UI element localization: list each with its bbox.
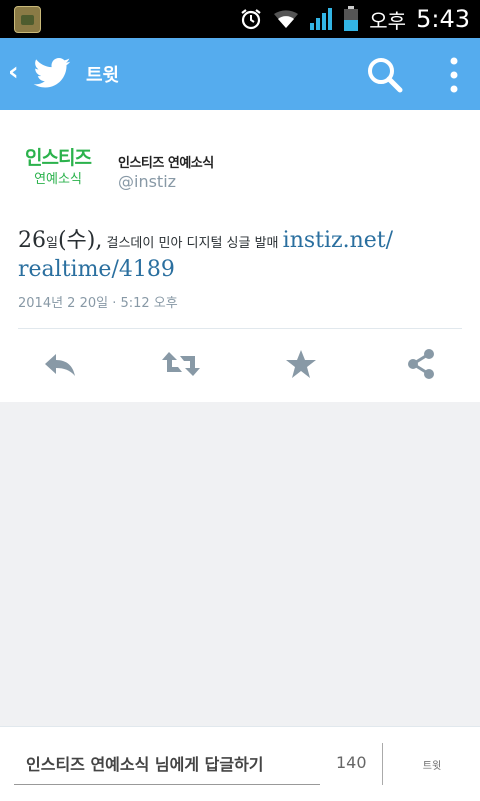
user-name[interactable]: 인스티즈 연예소식 xyxy=(118,152,214,171)
user-handle[interactable]: @instiz xyxy=(118,172,176,191)
status-bar: 오후 5:43 xyxy=(0,0,480,38)
overflow-menu-icon[interactable] xyxy=(444,56,464,94)
battery-icon xyxy=(344,6,359,31)
char-count: 140 xyxy=(336,753,367,772)
tweet-text: 26일(수), 걸스데이 민아 디지털 싱글 발매 instiz.net/ re… xyxy=(18,228,458,283)
search-icon[interactable] xyxy=(366,56,404,94)
time-ampm: 오후 xyxy=(369,8,407,33)
favorite-star-icon[interactable] xyxy=(284,348,320,380)
clock: 5:43 xyxy=(416,5,470,33)
tweet-timestamp: 2014년 2 20일 · 5:12 오후 xyxy=(18,296,178,311)
tweet-text-number: 26 xyxy=(18,228,46,253)
alarm-icon xyxy=(241,9,261,30)
reply-icon[interactable] xyxy=(42,348,78,380)
retweet-icon[interactable] xyxy=(160,348,202,380)
tweet-button[interactable]: 트윗 xyxy=(404,757,460,772)
wifi-icon xyxy=(274,10,299,28)
action-bar: ‹ 트윗 xyxy=(0,38,480,110)
divider xyxy=(18,328,462,329)
tweet-card: 인스티즈 연예소식 인스티즈 연예소식 @instiz 26일(수), 걸스데이… xyxy=(0,110,480,402)
reply-input[interactable]: 인스티즈 연예소식 님에게 답글하기 xyxy=(14,745,320,785)
avatar-logo-bottom: 연예소식 xyxy=(34,172,82,187)
share-icon[interactable] xyxy=(404,348,440,380)
page-title: 트윗 xyxy=(86,65,120,86)
reply-bar: 인스티즈 연예소식 님에게 답글하기 140 트윗 xyxy=(0,726,480,801)
back-chevron-icon[interactable]: ‹ xyxy=(8,58,22,86)
status-icons: 오후 5:43 xyxy=(239,0,470,38)
tweet-text-day: 일 xyxy=(46,236,58,251)
divider xyxy=(382,743,383,785)
signal-icon xyxy=(310,8,333,30)
app-icon xyxy=(14,6,41,33)
tweet-text-paren: (수), xyxy=(57,228,103,253)
avatar-logo-top: 인스티즈 xyxy=(25,147,92,169)
avatar[interactable]: 인스티즈 연예소식 xyxy=(18,146,98,196)
tweet-text-body: 걸스데이 민아 디지털 싱글 발매 xyxy=(102,236,283,251)
twitter-bird-icon[interactable] xyxy=(30,53,74,93)
